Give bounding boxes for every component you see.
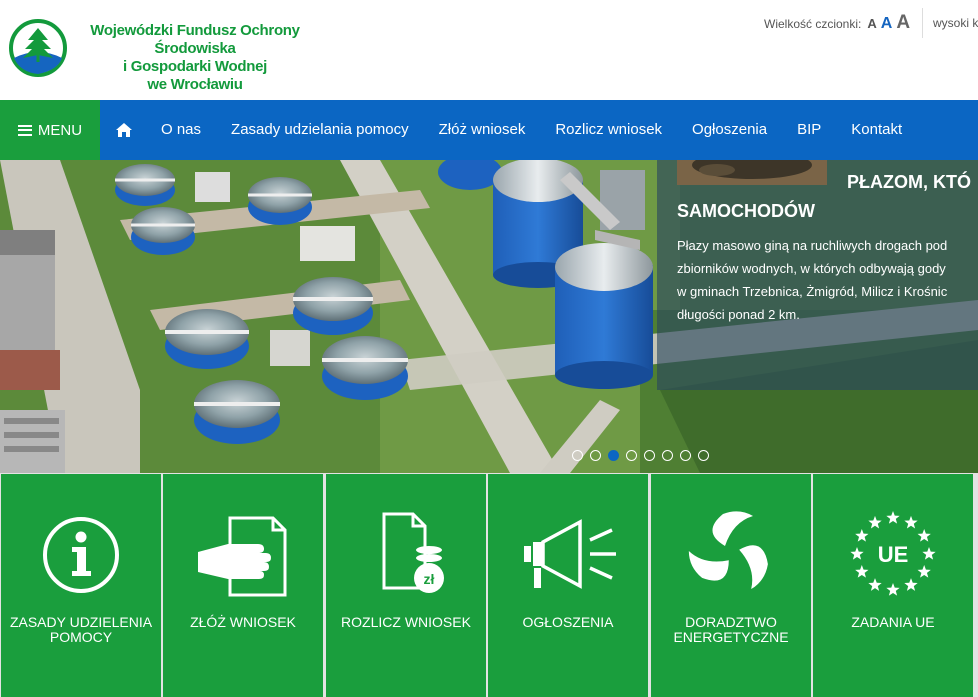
energy-swirl-icon	[651, 510, 811, 600]
slide-body-line: w gminach Trzebnica, Żmigród, Milicz i K…	[677, 284, 948, 299]
tile-label: Doradztwo energetyczne	[673, 614, 789, 645]
hand-document-icon	[163, 510, 323, 600]
font-size-label: Wielkość czcionki:	[764, 17, 862, 31]
eu-star	[850, 547, 864, 560]
slider-dot-6[interactable]	[662, 450, 673, 461]
eu-stars-icon: UE	[813, 510, 973, 600]
tile-ogloszenia[interactable]: Ogłoszenia	[488, 474, 648, 697]
tile-label: Zasady udzielenia pomocy	[9, 614, 153, 645]
slider-dot-1[interactable]	[572, 450, 583, 461]
slider-dot-2[interactable]	[590, 450, 601, 461]
font-size-large-button[interactable]: A	[896, 12, 910, 34]
wfosigw-logo[interactable]	[8, 18, 68, 78]
eu-star	[922, 547, 936, 560]
nav-item-ogloszenia[interactable]: Ogłoszenia	[677, 100, 782, 160]
eu-star	[855, 529, 869, 542]
hamburger-icon	[17, 124, 32, 136]
organization-name[interactable]: Wojewódzki Fundusz Ochrony Środowiska i …	[70, 22, 320, 94]
slide-body-line: długości ponad 2 km.	[677, 307, 800, 322]
tile-label: Ogłoszenia	[522, 614, 614, 630]
tile-zadania-ue[interactable]: UE Zadania UE	[813, 474, 973, 697]
caption-thumbnail	[677, 160, 827, 185]
nav-item-o-nas[interactable]: O nas	[146, 100, 216, 160]
tile-rozlicz-wniosek[interactable]: zł Rozlicz wniosek	[326, 474, 486, 697]
tile-label: Złóż wniosek	[190, 614, 296, 630]
eu-text: UE	[878, 542, 909, 567]
site-header: Wojewódzki Fundusz Ochrony Środowiska i …	[0, 0, 978, 100]
info-icon	[1, 510, 161, 600]
slider-dot-4[interactable]	[626, 450, 637, 461]
tile-zasady-udzielenia-pomocy[interactable]: Zasady udzielenia pomocy	[1, 474, 161, 697]
tile-label: Rozlicz wniosek	[341, 614, 471, 630]
slider-pagination	[572, 450, 709, 461]
eu-star	[886, 583, 900, 596]
tile-label: Zadania UE	[851, 614, 935, 630]
nav-item-bip[interactable]: BIP	[782, 100, 836, 160]
slide-title-line-2: SAMOCHODÓW	[677, 201, 815, 221]
font-size-small-button[interactable]: A	[867, 16, 876, 31]
slider-dot-7[interactable]	[680, 450, 691, 461]
eu-star	[917, 529, 931, 542]
eu-star	[904, 578, 918, 591]
eu-star	[868, 515, 882, 529]
megaphone-icon	[488, 510, 648, 600]
eu-star	[855, 565, 869, 578]
home-icon[interactable]	[100, 100, 146, 160]
eu-star	[917, 565, 931, 578]
font-size-medium-button[interactable]: A	[881, 15, 893, 33]
slide-caption[interactable]: PŁAZOM, KTÓ SAMOCHODÓW Płazy masowo giną…	[657, 160, 978, 390]
slider-dot-5[interactable]	[644, 450, 655, 461]
menu-button-label: MENU	[37, 121, 83, 139]
menu-button[interactable]: MENU	[0, 100, 100, 160]
coin-symbol-text: zł	[424, 571, 435, 587]
org-name-line-3: we Wrocławiu	[147, 76, 243, 93]
nav-item-zloz-wniosek[interactable]: Złóż wniosek	[424, 100, 541, 160]
nav-items: O nas Zasady udzielania pomocy Złóż wnio…	[100, 100, 917, 160]
font-size-switcher: Wielkość czcionki: A A A	[764, 12, 910, 34]
tile-zloz-wniosek[interactable]: Złóż wniosek	[163, 474, 323, 697]
org-name-line-1: Wojewódzki Fundusz Ochrony Środowiska	[90, 22, 300, 57]
document-coins-icon: zł	[326, 510, 486, 600]
high-contrast-link[interactable]: wysoki k	[922, 8, 978, 38]
slider-dot-8[interactable]	[698, 450, 709, 461]
nav-item-rozlicz-wniosek[interactable]: Rozlicz wniosek	[540, 100, 677, 160]
eu-star	[886, 511, 900, 524]
quick-links: Zasady udzielenia pomocy Złóż wniosek zł…	[0, 473, 978, 697]
org-name-line-2: i Gospodarki Wodnej	[122, 58, 268, 75]
nav-item-kontakt[interactable]: Kontakt	[836, 100, 917, 160]
main-navigation: MENU O nas Zasady udzielania pomocy Złóż…	[0, 100, 978, 160]
slide-body-line: zbiorników wodnych, w których odbywają g…	[677, 261, 946, 276]
eu-star	[904, 515, 918, 529]
tile-doradztwo-energetyczne[interactable]: Doradztwo energetyczne	[651, 474, 811, 697]
slide-body: Płazy masowo giną na ruchliwych drogach …	[677, 234, 978, 326]
nav-item-zasady[interactable]: Zasady udzielania pomocy	[216, 100, 424, 160]
slide-body-line: Płazy masowo giną na ruchliwych drogach …	[677, 238, 948, 253]
slider-dot-3[interactable]	[608, 450, 619, 461]
eu-star	[868, 578, 882, 591]
slide-title-line-1: PŁAZOM, KTÓ	[847, 172, 971, 192]
hero-slider[interactable]: PŁAZOM, KTÓ SAMOCHODÓW Płazy masowo giną…	[0, 160, 978, 473]
